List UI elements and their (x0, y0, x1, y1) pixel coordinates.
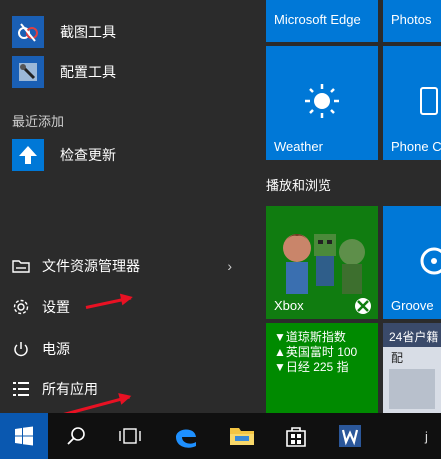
menu-item-power[interactable]: 电源 (0, 332, 258, 366)
menu-item-label: 所有应用 (42, 381, 98, 397)
finance-line: ▼道琼斯指数 (274, 330, 346, 344)
news-headline: 24省户籍 (389, 330, 439, 344)
task-view-button[interactable] (106, 413, 154, 459)
news-image (389, 369, 435, 409)
app-label: 截图工具 (60, 24, 116, 40)
folder-icon (10, 255, 32, 277)
tile-label: Groove (391, 298, 434, 313)
search-button[interactable] (52, 413, 100, 459)
edge-icon (176, 429, 196, 448)
app-item-config-tool[interactable]: 配置工具 (0, 52, 258, 92)
phone-icon (420, 87, 438, 115)
config-tool-icon (12, 56, 44, 88)
taskbar-file-explorer[interactable] (218, 413, 266, 459)
menu-item-label: 文件资源管理器 (42, 258, 140, 274)
menu-item-label: 电源 (42, 341, 70, 357)
tile-photos[interactable]: Photos (383, 0, 441, 42)
tile-phone-companion[interactable]: Phone C (383, 46, 441, 160)
tile-groove-music[interactable]: Groove (383, 206, 441, 319)
tile-label: Microsoft Edge (274, 12, 361, 27)
tile-label: Phone C (391, 139, 441, 154)
taskbar-store[interactable] (272, 413, 320, 459)
xbox-avatars-image (283, 234, 365, 294)
power-icon (10, 338, 32, 360)
tile-news[interactable]: 24省户籍 配 (383, 323, 441, 413)
taskbar-overflow-item[interactable]: j (412, 413, 441, 459)
tile-microsoft-edge[interactable]: Microsoft Edge (266, 0, 378, 42)
start-button[interactable] (0, 413, 48, 459)
list-icon (10, 378, 32, 400)
app-item-snipping-tool[interactable]: 截图工具 (0, 12, 258, 52)
tile-xbox[interactable]: Xbox (266, 206, 378, 319)
tile-weather[interactable]: Weather (266, 46, 378, 160)
folder-icon (230, 428, 254, 445)
menu-item-label: 设置 (42, 299, 70, 315)
app-item-check-update[interactable]: 检查更新 (0, 135, 258, 175)
news-subtext: 配 (391, 351, 404, 365)
chevron-right-icon[interactable]: › (227, 258, 232, 274)
tile-label: Xbox (274, 298, 304, 313)
update-arrow-icon (12, 139, 44, 171)
sun-icon (305, 84, 339, 118)
store-bag-icon (286, 427, 306, 447)
word-w-icon (339, 425, 361, 447)
taskbar: j (0, 413, 441, 459)
app-label: 检查更新 (60, 147, 116, 163)
menu-item-file-explorer[interactable]: 文件资源管理器 › (0, 249, 258, 283)
windows-logo-icon (15, 426, 33, 446)
start-left-pane: 截图工具 配置工具 最近添加 检查更新 文件资源管理器 › 设置 电源 所有应用 (0, 0, 258, 413)
app-label: 配置工具 (60, 64, 116, 80)
finance-line: ▼日经 225 指 (274, 360, 349, 374)
task-view-icon (119, 428, 141, 444)
tile-group-label: 播放和浏览 (266, 178, 332, 193)
tile-money[interactable]: ▼道琼斯指数 ▲英国富时 100 ▼日经 225 指 (266, 323, 378, 413)
start-menu: 截图工具 配置工具 最近添加 检查更新 文件资源管理器 › 设置 电源 所有应用… (0, 0, 441, 413)
taskbar-word[interactable] (326, 413, 374, 459)
tile-label: Photos (391, 12, 432, 27)
search-icon (67, 427, 85, 445)
groove-disc-icon (420, 247, 441, 275)
finance-line: ▲英国富时 100 (274, 345, 358, 359)
recently-added-header: 最近添加 (12, 114, 65, 129)
snipping-tool-icon (12, 16, 44, 48)
tile-label: Weather (274, 139, 323, 154)
taskbar-edge[interactable] (162, 413, 210, 459)
xbox-logo-icon (355, 298, 371, 314)
gear-icon (10, 296, 32, 318)
